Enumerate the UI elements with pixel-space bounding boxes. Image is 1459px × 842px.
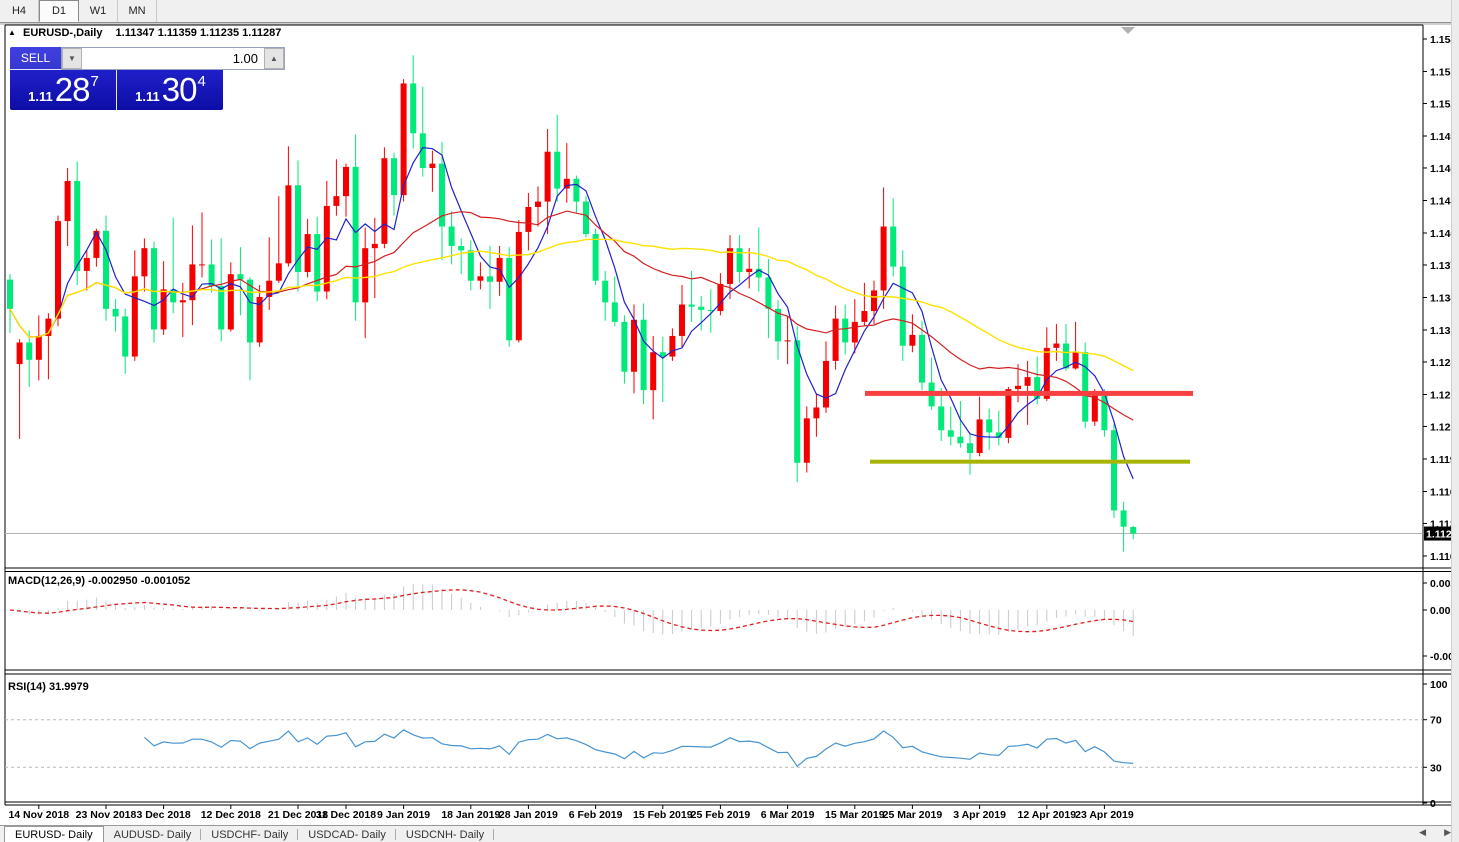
svg-text:100: 100 [1430, 679, 1448, 691]
chevron-up-icon: ▲ [270, 54, 278, 63]
x-axis-label: 31 Dec 2018 [316, 809, 376, 821]
x-axis-label: 25 Feb 2019 [691, 809, 751, 821]
x-axis-label: 18 Jan 2019 [441, 809, 500, 821]
lot-size-input[interactable] [82, 48, 264, 69]
x-axis-label: 3 Apr 2019 [953, 809, 1006, 821]
one-click-trade-panel: SELL ▼ ▲ BUY 1.11 28 7 1.11 30 4 [10, 47, 223, 110]
x-axis-label: 14 Nov 2018 [8, 809, 69, 821]
x-axis-label: 6 Mar 2019 [761, 809, 815, 821]
window-right-edge [1451, 0, 1459, 842]
x-axis-label: 3 Dec 2018 [136, 809, 190, 821]
svg-text:70: 70 [1430, 715, 1442, 727]
symbol-tab-usdchf[interactable]: USDCHF- Daily [201, 826, 298, 842]
x-axis-label: 12 Apr 2019 [1018, 809, 1077, 821]
buy-price-prefix: 1.11 [135, 89, 160, 104]
symbol-tab-audusd[interactable]: AUDUSD- Daily [104, 826, 202, 842]
lot-spinner: ▼ ▲ [61, 47, 285, 70]
rsi-name: RSI(14) [8, 681, 46, 693]
x-axis-label: 6 Feb 2019 [569, 809, 623, 821]
x-axis-label: 25 Mar 2019 [883, 809, 943, 821]
rsi-label: RSI(14) 31.9979 [8, 681, 89, 693]
sell-price-big: 28 [55, 71, 90, 109]
collapse-triangle-icon[interactable]: ▲ [8, 28, 16, 37]
macd-label: MACD(12,26,9) -0.002950 -0.001052 [8, 575, 190, 587]
sell-price-pip: 7 [90, 73, 98, 90]
x-axis-label: 12 Dec 2018 [201, 809, 261, 821]
chart-ohlc-values: 1.11347 1.11359 1.11235 1.11287 [116, 27, 282, 39]
buy-price-button[interactable]: 1.11 30 4 [117, 70, 223, 110]
chart-canvas[interactable]: 1.158501.155501.152551.149551.146601.143… [0, 0, 1459, 842]
symbol-tab-eurusd[interactable]: EURUSD- Daily [4, 826, 104, 842]
chevron-down-icon: ▼ [68, 54, 76, 63]
x-axis-label: 15 Feb 2019 [633, 809, 693, 821]
tab-scroll-controls: ◀ ▶ [1419, 827, 1451, 838]
mt4-window: H4D1W1MN 1.158501.155501.152551.149551.1… [0, 0, 1459, 842]
sell-price-button[interactable]: 1.11 28 7 [10, 70, 117, 110]
lot-increase-button[interactable]: ▲ [264, 48, 284, 69]
symbol-tab-usdcad[interactable]: USDCAD- Daily [298, 826, 396, 842]
buy-price-big: 30 [162, 71, 197, 109]
svg-text:30: 30 [1430, 762, 1442, 774]
scroll-left-icon[interactable]: ◀ [1419, 827, 1426, 838]
x-axis-label: 23 Apr 2019 [1075, 809, 1134, 821]
x-axis-label: 23 Nov 2018 [76, 809, 137, 821]
symbol-tab-usdcnh[interactable]: USDCNH- Daily [396, 826, 494, 842]
svg-text:0.00: 0.00 [1430, 605, 1451, 617]
x-axis-label: 15 Mar 2019 [825, 809, 885, 821]
chart-symbol-label: EURUSD-,Daily [23, 27, 102, 39]
chart-title: ▲ EURUSD-,Daily 1.11347 1.11359 1.11235 … [8, 27, 281, 39]
buy-button[interactable]: BUY [285, 47, 336, 70]
x-axis-label: 28 Jan 2019 [499, 809, 558, 821]
sell-button[interactable]: SELL [10, 47, 61, 70]
lot-decrease-button[interactable]: ▼ [62, 48, 82, 69]
symbol-tab-bar: EURUSD- DailyAUDUSD- DailyUSDCHF- DailyU… [0, 825, 1459, 842]
scroll-right-icon[interactable]: ▶ [1444, 827, 1451, 838]
rsi-value: 31.9979 [49, 681, 89, 693]
x-axis-label: 9 Jan 2019 [377, 809, 430, 821]
svg-text:0: 0 [1430, 798, 1436, 810]
macd-values: -0.002950 -0.001052 [88, 575, 190, 587]
sell-price-prefix: 1.11 [28, 89, 53, 104]
buy-price-pip: 4 [197, 73, 205, 90]
macd-name: MACD(12,26,9) [8, 575, 85, 587]
